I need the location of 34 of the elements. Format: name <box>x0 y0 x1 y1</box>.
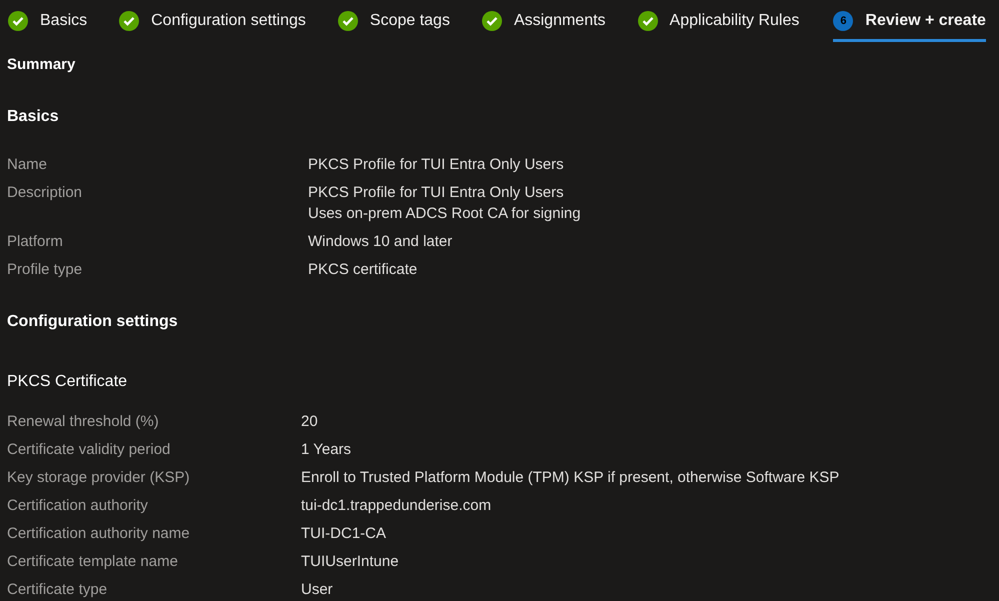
field-label: Certificate type <box>7 580 108 600</box>
field-value: PKCS Profile for TUI Entra Only Users <box>308 183 565 203</box>
field-label: Certification authority name <box>7 524 191 544</box>
field-label: Platform <box>7 232 64 252</box>
field-value: tui-dc1.trappedunderise.com <box>301 496 492 516</box>
step-number: 6 <box>833 10 854 30</box>
field-value: TUIUserIntune <box>301 552 400 572</box>
field-value: User <box>301 580 334 600</box>
wizard-step[interactable]: Scope tags <box>338 0 450 42</box>
section-heading: Basics <box>7 108 60 127</box>
wizard-step[interactable]: 6 Review + create <box>833 0 986 42</box>
field-value: PKCS Profile for TUI Entra Only Users <box>308 155 565 175</box>
wizard-step[interactable]: Assignments <box>482 0 606 42</box>
field-label: Key storage provider (KSP) <box>7 468 191 488</box>
field-label: Description <box>7 183 84 203</box>
field-value: Enroll to Trusted Platform Module (TPM) KSP if present, otherwise Software KSP <box>301 468 840 488</box>
field-label: Certificate validity period <box>7 440 172 460</box>
summary-heading: Summary <box>7 56 76 75</box>
wizard-step[interactable]: Applicability Rules <box>638 0 800 42</box>
wizard-step[interactable]: Configuration settings <box>119 0 306 42</box>
field-label: Profile type <box>7 260 84 280</box>
field-label: Name <box>7 155 48 175</box>
field-value: TUI-DC1-CA <box>301 524 387 544</box>
field-label: Renewal threshold (%) <box>7 412 160 432</box>
wizard-step[interactable]: Basics <box>8 0 88 42</box>
group-heading: PKCS Certificate <box>7 373 128 392</box>
field-value: 20 <box>301 412 319 432</box>
section-heading: Configuration settings <box>7 313 179 332</box>
field-value: 1 Years <box>301 440 352 460</box>
field-label: Certification authority <box>7 496 149 516</box>
field-value: Uses on-prem ADCS Root CA for signing <box>308 204 582 224</box>
field-value: PKCS certificate <box>308 260 418 280</box>
field-label: Certificate template name <box>7 552 179 572</box>
field-value: Windows 10 and later <box>308 232 454 252</box>
